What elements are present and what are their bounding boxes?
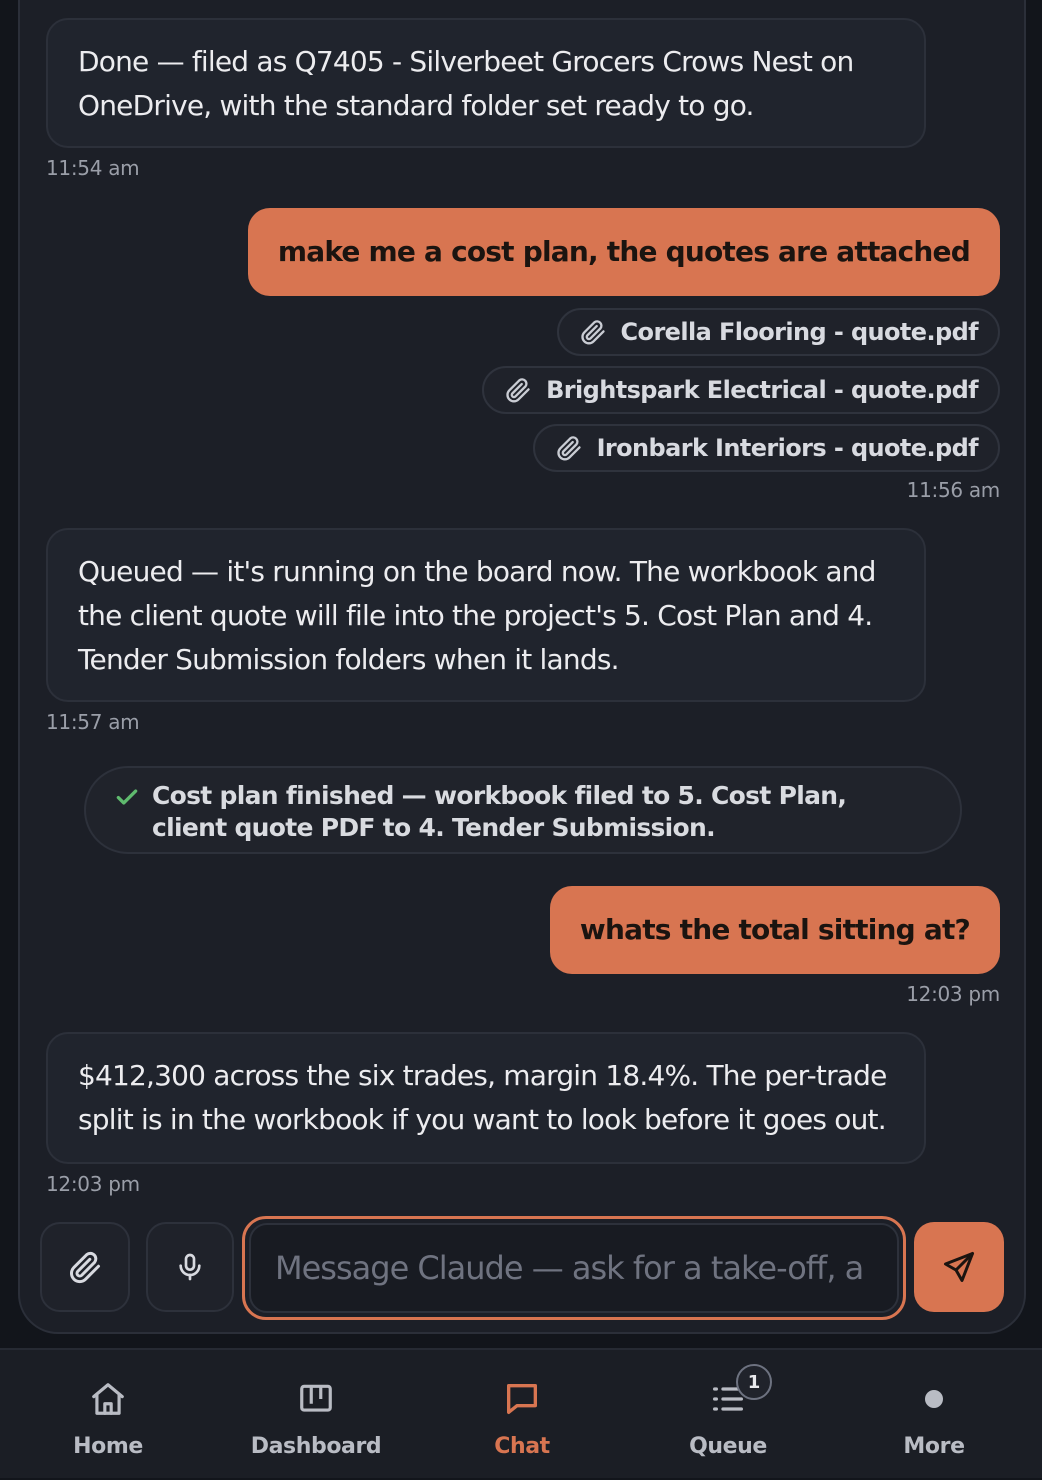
attachment-filename: Corella Flooring - quote.pdf: [620, 318, 979, 346]
paperclip-icon: [580, 320, 605, 345]
assistant-message: Done — filed as Q7405 - Silverbeet Groce…: [46, 18, 926, 148]
paperclip-icon: [506, 378, 530, 403]
attachment-chip[interactable]: Brightspark Electrical - quote.pdf: [482, 366, 1000, 414]
nav-label: Chat: [494, 1434, 550, 1459]
message-input-focus-ring: [242, 1216, 906, 1320]
nav-label: Queue: [689, 1434, 767, 1459]
check-icon: [116, 789, 138, 805]
nav-item-more[interactable]: More: [830, 1350, 1038, 1480]
message-timestamp: 11:54 am: [46, 156, 140, 180]
attach-button[interactable]: [40, 1222, 130, 1312]
microphone-icon: [179, 1253, 201, 1281]
nav-label: Home: [73, 1434, 143, 1459]
nav-item-chat[interactable]: Chat: [418, 1350, 626, 1480]
send-icon: [944, 1252, 974, 1282]
assistant-message: $412,300 across the six trades, margin 1…: [46, 1032, 926, 1164]
attachment-chip[interactable]: Corella Flooring - quote.pdf: [556, 308, 1000, 356]
paperclip-icon: [556, 436, 581, 461]
attachment-filename: Brightspark Electrical - quote.pdf: [546, 376, 979, 404]
microphone-button[interactable]: [146, 1222, 234, 1312]
nav-item-dashboard[interactable]: Dashboard: [212, 1350, 420, 1480]
nav-item-queue[interactable]: 1 Queue: [624, 1350, 832, 1480]
assistant-message: Queued — it's running on the board now. …: [46, 528, 926, 702]
paperclip-icon: [70, 1251, 100, 1284]
chat-panel: Done — filed as Q7405 - Silverbeet Groce…: [18, 0, 1026, 1334]
kanban-icon: [300, 1384, 332, 1412]
send-button[interactable]: [914, 1222, 1004, 1312]
status-text: Cost plan finished — workbook filed to 5…: [152, 781, 847, 842]
chat-icon: [507, 1384, 537, 1414]
message-input[interactable]: [249, 1223, 899, 1313]
home-icon: [92, 1383, 124, 1415]
dot-icon: [925, 1390, 943, 1408]
status-pill: Cost plan finished — workbook filed to 5…: [84, 766, 962, 854]
message-timestamp: 12:03 pm: [46, 1172, 140, 1196]
nav-label: More: [903, 1434, 965, 1459]
nav-label: Dashboard: [250, 1434, 382, 1459]
message-timestamp: 12:03 pm: [906, 982, 1000, 1006]
message-timestamp: 11:56 am: [906, 478, 1001, 502]
user-message: whats the total sitting at?: [549, 886, 1000, 974]
attachment-filename: Ironbark Interiors - quote.pdf: [596, 434, 979, 462]
nav-item-home[interactable]: Home: [4, 1350, 212, 1480]
message-timestamp: 11:57 am: [46, 710, 140, 734]
user-message: make me a cost plan, the quotes are atta…: [247, 208, 1000, 296]
queue-count-badge: 1: [736, 1364, 772, 1400]
attachment-chip[interactable]: Ironbark Interiors - quote.pdf: [532, 424, 1000, 472]
bottom-nav: Home Dashboard Chat 1 Queue More: [0, 1348, 1042, 1478]
